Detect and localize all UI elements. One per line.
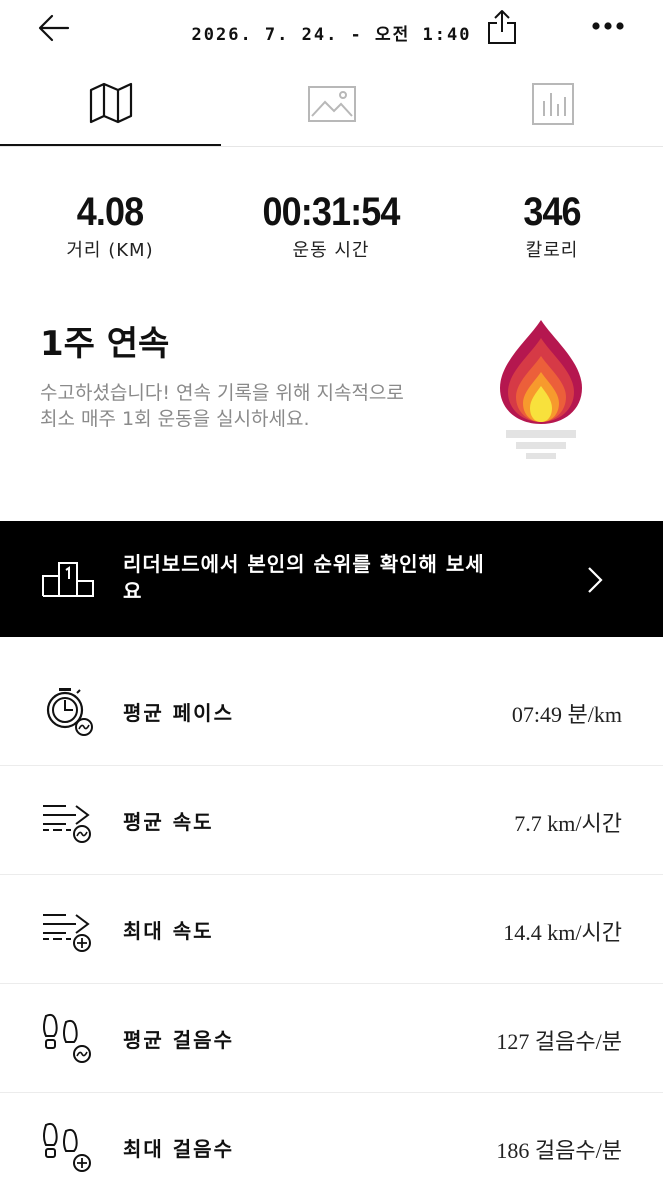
metric-label: 평균 페이스 <box>123 701 234 725</box>
metric-max-cadence: 최대 걸음수 186 걸음수/분 <box>0 1093 663 1200</box>
podium-icon <box>42 562 94 597</box>
more-dots-icon <box>592 22 624 30</box>
calories-label: 칼로리 <box>525 240 579 261</box>
metric-value: 186 걸음수/분 <box>496 1138 622 1163</box>
duration-value: 00:31:54 <box>262 190 401 234</box>
metrics-list: 평균 페이스 07:49 분/km 평균 속도 7.7 km/시간 최대 속도 … <box>0 657 663 1200</box>
metric-max-speed: 최대 속도 14.4 km/시간 <box>0 875 663 984</box>
torch-flame-icon <box>500 320 582 459</box>
streak-description: 수고하셨습니다! 연속 기록을 위해 지속적으로 최소 매주 1회 운동을 실시… <box>40 382 404 430</box>
footsteps-max-icon <box>43 1122 91 1172</box>
distance-label: 거리 (KM) <box>66 240 154 261</box>
leaderboard-text: 리더보드에서 본인의 순위를 확인해 보세요 <box>123 552 485 603</box>
share-button[interactable] <box>486 8 518 46</box>
streak-section: 1주 연속 수고하셨습니다! 연속 기록을 위해 지속적으로 최소 매주 1회 … <box>40 322 460 432</box>
share-icon <box>488 10 516 44</box>
workout-summary: 4.08 거리 (KM) 00:31:54 운동 시간 346 칼로리 <box>0 190 663 270</box>
map-icon <box>89 82 132 124</box>
speed-avg-icon <box>43 805 91 843</box>
pace-timer-icon <box>46 688 93 736</box>
metric-value: 07:49 분/km <box>511 702 622 727</box>
metric-value: 127 걸음수/분 <box>496 1029 622 1054</box>
metric-label: 평균 걸음수 <box>123 1028 234 1052</box>
speed-max-icon <box>43 914 91 952</box>
duration-stat: 00:31:54 운동 시간 <box>231 190 431 262</box>
tab-stats[interactable] <box>442 62 663 146</box>
calories-stat: 346 칼로리 <box>452 190 652 262</box>
metric-avg-speed: 평균 속도 7.7 km/시간 <box>0 766 663 875</box>
metric-avg-pace: 평균 페이스 07:49 분/km <box>0 657 663 766</box>
workout-datetime: 2026. 7. 24. - 오전 1:40 <box>191 25 472 45</box>
metric-label: 평균 속도 <box>123 810 214 834</box>
distance-stat: 4.08 거리 (KM) <box>10 190 210 262</box>
metric-label: 최대 속도 <box>123 919 214 943</box>
more-options-button[interactable] <box>590 16 626 36</box>
calories-value: 346 <box>523 190 581 234</box>
distance-value: 4.08 <box>76 190 144 234</box>
streak-title: 1주 연속 <box>40 324 170 364</box>
tab-map[interactable] <box>0 62 221 146</box>
bar-chart-icon <box>531 83 574 125</box>
chevron-right-icon <box>588 567 603 593</box>
metric-value: 14.4 km/시간 <box>503 920 622 945</box>
footsteps-avg-icon <box>43 1013 91 1063</box>
metric-label: 최대 걸음수 <box>123 1137 234 1161</box>
duration-label: 운동 시간 <box>292 240 370 261</box>
metric-value: 7.7 km/시간 <box>514 811 622 836</box>
view-tabs <box>0 62 663 147</box>
tab-photo[interactable] <box>221 62 442 146</box>
image-icon <box>307 86 356 122</box>
metric-avg-cadence: 평균 걸음수 127 걸음수/분 <box>0 984 663 1093</box>
top-bar: 2026. 7. 24. - 오전 1:40 <box>0 0 663 62</box>
leaderboard-banner[interactable]: 리더보드에서 본인의 순위를 확인해 보세요 <box>0 521 663 637</box>
